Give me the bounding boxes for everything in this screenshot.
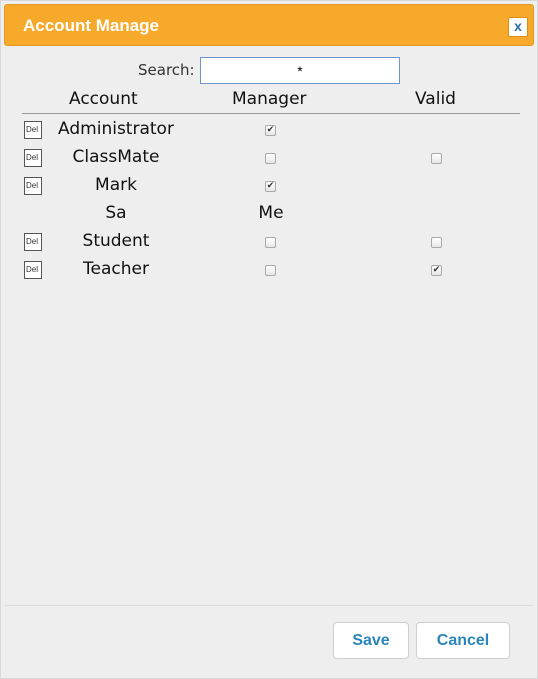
manager-checkbox[interactable] [265,153,276,164]
account-name: Student [82,231,150,251]
account-name: Teacher [83,259,149,279]
delete-button[interactable]: Del [24,121,42,139]
manager-text: Me [258,203,284,223]
valid-checkbox[interactable] [431,153,442,164]
dialog-title: Account Manage [23,16,160,35]
table-row: Sa Me [1,201,538,229]
column-header-manager: Manager [232,89,307,109]
delete-button[interactable]: Del [24,177,42,195]
account-name: ClassMate [72,147,160,167]
search-input[interactable] [200,57,400,84]
account-name: Sa [105,203,127,223]
delete-button[interactable]: Del [24,149,42,167]
account-name: Mark [95,175,137,195]
account-name: Administrator [58,119,174,139]
column-header-account: Account [69,89,138,109]
table-row: Del Teacher ✔ [1,257,538,285]
table-row: Del ClassMate [1,145,538,173]
column-header-valid: Valid [415,89,456,109]
manager-checkbox[interactable]: ✔ [265,181,276,192]
table-row: Del Student [1,229,538,257]
manager-checkbox[interactable] [265,265,276,276]
close-icon[interactable]: x [508,17,528,37]
account-manage-dialog: Account Manage x Search: Account Manager… [0,0,538,679]
header-divider [22,113,520,114]
save-button[interactable]: Save [333,622,409,659]
delete-button[interactable]: Del [24,233,42,251]
search-label: Search: [138,61,195,79]
cancel-button[interactable]: Cancel [416,622,510,659]
dialog-titlebar: Account Manage x [4,4,534,46]
manager-checkbox[interactable] [265,237,276,248]
table-row: Del Mark ✔ [1,173,538,201]
valid-checkbox[interactable] [431,237,442,248]
delete-button[interactable]: Del [24,261,42,279]
valid-checkbox[interactable]: ✔ [431,265,442,276]
footer-divider [5,605,533,606]
manager-checkbox[interactable]: ✔ [265,125,276,136]
table-row: Del Administrator ✔ [1,117,538,145]
